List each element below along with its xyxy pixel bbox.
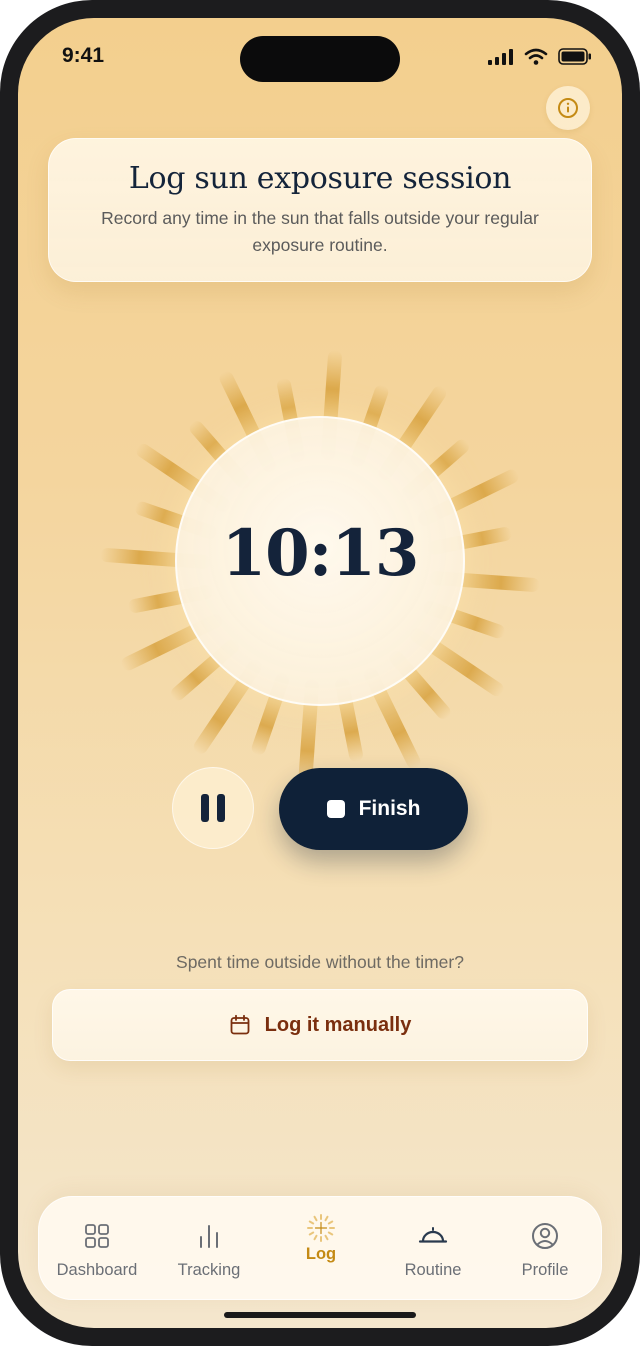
user-circle-icon bbox=[530, 1221, 560, 1251]
phone-frame: 9:41 Log sun exposure session Record any… bbox=[0, 0, 640, 1346]
tab-label-tracking: Tracking bbox=[177, 1261, 241, 1279]
app-screen: 9:41 Log sun exposure session Record any… bbox=[18, 18, 622, 1328]
tab-sun-ray bbox=[324, 1215, 329, 1222]
tab-sun-ray bbox=[320, 1236, 322, 1242]
tab-label-routine: Routine bbox=[404, 1261, 462, 1279]
log-manually-label: Log it manually bbox=[264, 1013, 412, 1036]
finish-label: Finish bbox=[358, 797, 421, 820]
stop-icon bbox=[326, 800, 345, 818]
tab-sun-ray bbox=[324, 1234, 329, 1241]
page-title: Log sun exposure session bbox=[128, 161, 512, 196]
tab-profile[interactable]: Profile bbox=[489, 1197, 601, 1301]
pause-button[interactable] bbox=[172, 767, 254, 849]
tab-sun-ray bbox=[308, 1231, 315, 1236]
manual-prompt: Spent time outside without the timer? bbox=[176, 952, 464, 972]
home-indicator bbox=[224, 1312, 416, 1318]
page-subtitle: Record any time in the sun that falls ou… bbox=[101, 208, 539, 255]
header-card: Log sun exposure session Record any time… bbox=[48, 138, 592, 282]
calendar-icon bbox=[230, 1014, 250, 1035]
tab-sun-ray bbox=[327, 1231, 334, 1236]
tab-sun-ray bbox=[327, 1220, 334, 1225]
tab-sun-ray bbox=[320, 1214, 322, 1220]
sunrise-icon bbox=[418, 1221, 448, 1251]
tab-dashboard[interactable]: Dashboard bbox=[41, 1197, 153, 1301]
cellular-signal-icon bbox=[488, 48, 513, 65]
info-icon bbox=[558, 98, 578, 118]
finish-button[interactable]: Finish bbox=[279, 768, 468, 850]
tab-label-dashboard: Dashboard bbox=[56, 1261, 138, 1279]
pause-icon bbox=[201, 794, 209, 822]
tab-routine[interactable]: Routine bbox=[377, 1197, 489, 1301]
grid-icon bbox=[82, 1221, 112, 1251]
timer-display: 10:13 bbox=[221, 516, 420, 591]
tab-sun-ray bbox=[308, 1220, 315, 1225]
dynamic-island bbox=[240, 36, 400, 82]
tab-sun-ray bbox=[313, 1215, 318, 1222]
info-button[interactable] bbox=[546, 86, 590, 130]
tab-sun-ray bbox=[329, 1227, 335, 1229]
status-icons bbox=[488, 48, 592, 65]
bar-chart-icon bbox=[194, 1221, 224, 1251]
wifi-icon bbox=[524, 48, 548, 65]
tab-sun-ray bbox=[307, 1227, 313, 1229]
tab-tracking[interactable]: Tracking bbox=[153, 1197, 265, 1301]
tab-label-log: Log bbox=[305, 1245, 337, 1263]
log-manually-button[interactable]: Log it manually bbox=[52, 989, 588, 1061]
tab-sun-ray bbox=[313, 1234, 318, 1241]
tab-log[interactable]: Log bbox=[265, 1197, 377, 1301]
tab-bar: Dashboard Tracking Log Routine Profile bbox=[38, 1196, 602, 1300]
pause-icon-bar bbox=[217, 794, 225, 822]
tab-label-profile: Profile bbox=[521, 1261, 569, 1279]
status-time: 9:41 bbox=[62, 44, 105, 67]
battery-icon bbox=[558, 48, 591, 65]
